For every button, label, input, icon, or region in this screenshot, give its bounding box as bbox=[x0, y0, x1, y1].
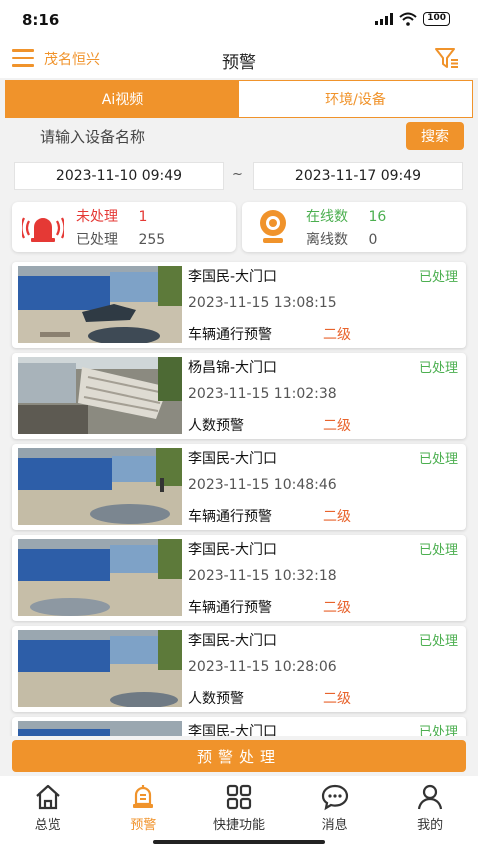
alert-location: 杨昌锦-大门口 bbox=[188, 360, 278, 376]
online-count: 16 bbox=[368, 209, 387, 225]
alert-snapshot[interactable] bbox=[18, 266, 182, 343]
alert-time: 2023-11-15 13:08:15 bbox=[188, 295, 337, 311]
device-stats-card[interactable]: 在线数 16 离线数 0 bbox=[242, 202, 466, 252]
bottom-nav: 总览 预警 快捷功能 消息 我的 bbox=[0, 776, 478, 850]
alert-list: 李国民-大门口 已处理 2023-11-15 13:08:15 车辆通行预警 二… bbox=[0, 260, 478, 736]
alarm-stats-card[interactable]: 未处理 1 已处理 255 bbox=[12, 202, 236, 252]
online-label: 在线数 bbox=[306, 209, 348, 225]
tab-ai-video[interactable]: Ai视频 bbox=[6, 81, 239, 117]
alert-snapshot[interactable] bbox=[18, 448, 182, 525]
status-bar: 8:16 100 bbox=[0, 0, 478, 40]
alert-snapshot[interactable] bbox=[18, 630, 182, 707]
nav-shortcuts[interactable]: 快捷功能 bbox=[191, 776, 287, 850]
status-icons: 100 bbox=[375, 12, 450, 26]
alert-type: 车辆通行预警 bbox=[188, 600, 272, 616]
nav-overview[interactable]: 总览 bbox=[0, 776, 96, 850]
nav-alerts[interactable]: 预警 bbox=[96, 776, 192, 850]
processed-row: 已处理 255 bbox=[76, 229, 165, 249]
nav-messages-label: 消息 bbox=[321, 818, 348, 833]
alert-type: 人数预警 bbox=[188, 691, 244, 707]
alert-status: 已处理 bbox=[418, 452, 458, 467]
unprocessed-row: 未处理 1 bbox=[76, 206, 147, 226]
wifi-icon bbox=[399, 12, 417, 26]
alert-level: 二级 bbox=[323, 509, 351, 525]
alert-type: 车辆通行预警 bbox=[188, 327, 272, 343]
alert-card[interactable]: 杨昌锦-大门口 已处理 2023-11-15 11:02:38 人数预警 二级 bbox=[12, 353, 466, 439]
alert-level: 二级 bbox=[323, 600, 351, 616]
alert-time: 2023-11-15 11:02:38 bbox=[188, 386, 337, 402]
end-date-picker[interactable]: 2023-11-17 09:49 bbox=[253, 162, 463, 190]
camera-icon bbox=[260, 210, 286, 243]
alert-status: 已处理 bbox=[418, 634, 458, 649]
start-date-picker[interactable]: 2023-11-10 09:49 bbox=[14, 162, 224, 190]
search-bar: 搜索 bbox=[0, 118, 478, 158]
handle-alert-button[interactable]: 预警处理 bbox=[12, 740, 466, 772]
alarm-siren-icon bbox=[22, 217, 64, 242]
offline-row: 离线数 0 bbox=[306, 229, 377, 249]
alert-snapshot[interactable] bbox=[18, 721, 182, 736]
tab-environment-device[interactable]: 环境/设备 bbox=[239, 81, 472, 117]
nav-profile-label: 我的 bbox=[417, 818, 444, 833]
alert-card[interactable]: 李国民-大门口 已处理 bbox=[12, 717, 466, 736]
online-row: 在线数 16 bbox=[306, 206, 386, 226]
alert-status: 已处理 bbox=[418, 361, 458, 376]
message-icon bbox=[321, 784, 348, 811]
alert-time: 2023-11-15 10:32:18 bbox=[188, 568, 337, 584]
battery-icon: 100 bbox=[423, 12, 450, 26]
date-range-separator: ~ bbox=[232, 167, 243, 182]
nav-shortcuts-label: 快捷功能 bbox=[212, 818, 265, 833]
nav-overview-label: 总览 bbox=[34, 818, 61, 833]
alert-location: 李国民-大门口 bbox=[188, 724, 278, 736]
alert-status: 已处理 bbox=[418, 270, 458, 285]
home-icon bbox=[36, 784, 60, 810]
alert-time: 2023-11-15 10:48:46 bbox=[188, 477, 337, 493]
nav-profile[interactable]: 我的 bbox=[382, 776, 478, 850]
processed-label: 已处理 bbox=[76, 232, 118, 248]
offline-count: 0 bbox=[368, 232, 378, 248]
alert-type: 人数预警 bbox=[188, 418, 244, 434]
grid-icon bbox=[226, 784, 252, 810]
alert-location: 李国民-大门口 bbox=[188, 269, 278, 285]
alert-status: 已处理 bbox=[418, 725, 458, 736]
device-search-input[interactable] bbox=[12, 120, 382, 154]
alert-snapshot[interactable] bbox=[18, 357, 182, 434]
offline-label: 离线数 bbox=[306, 232, 348, 248]
alert-level: 二级 bbox=[323, 327, 351, 343]
alert-card[interactable]: 李国民-大门口 已处理 2023-11-15 13:08:15 车辆通行预警 二… bbox=[12, 262, 466, 348]
user-icon bbox=[418, 784, 443, 810]
alert-card[interactable]: 李国民-大门口 已处理 2023-11-15 10:48:46 车辆通行预警 二… bbox=[12, 444, 466, 530]
alert-time: 2023-11-15 10:28:06 bbox=[188, 659, 337, 675]
status-time: 8:16 bbox=[22, 11, 60, 29]
unprocessed-count: 1 bbox=[138, 209, 148, 225]
alert-location: 李国民-大门口 bbox=[188, 542, 278, 558]
nav-alerts-label: 预警 bbox=[130, 818, 157, 833]
app-header: 茂名恒兴 预警 bbox=[0, 40, 478, 78]
alert-snapshot[interactable] bbox=[18, 539, 182, 616]
alert-card[interactable]: 李国民-大门口 已处理 2023-11-15 10:32:18 车辆通行预警 二… bbox=[12, 535, 466, 621]
nav-messages[interactable]: 消息 bbox=[287, 776, 383, 850]
alert-level: 二级 bbox=[323, 691, 351, 707]
category-tabs: Ai视频 环境/设备 bbox=[5, 80, 473, 118]
home-indicator bbox=[153, 840, 325, 844]
alert-level: 二级 bbox=[323, 418, 351, 434]
unprocessed-label: 未处理 bbox=[76, 209, 118, 225]
alert-location: 李国民-大门口 bbox=[188, 451, 278, 467]
search-button[interactable]: 搜索 bbox=[406, 122, 464, 150]
processed-count: 255 bbox=[138, 232, 166, 248]
alert-location: 李国民-大门口 bbox=[188, 633, 278, 649]
alert-status: 已处理 bbox=[418, 543, 458, 558]
alert-card[interactable]: 李国民-大门口 已处理 2023-11-15 10:28:06 人数预警 二级 bbox=[12, 626, 466, 712]
alert-type: 车辆通行预警 bbox=[188, 509, 272, 525]
bell-icon bbox=[133, 785, 154, 808]
filter-icon[interactable] bbox=[434, 46, 460, 70]
signal-icon bbox=[375, 13, 394, 25]
page-title: 预警 bbox=[222, 53, 256, 73]
